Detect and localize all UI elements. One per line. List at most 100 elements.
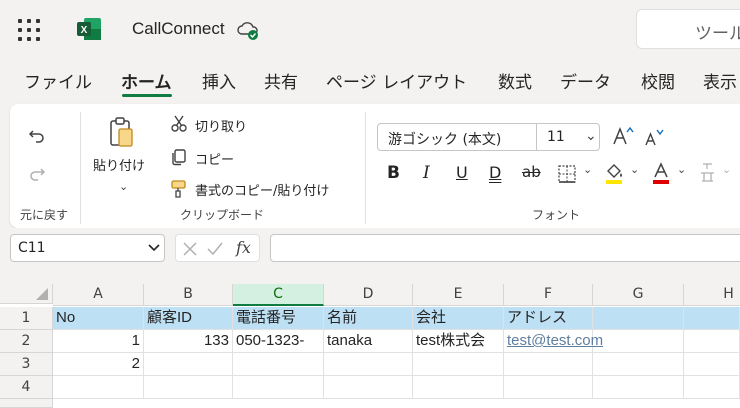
table-cell[interactable]: 顧客ID — [144, 307, 233, 330]
table-cell[interactable]: tanaka — [324, 330, 413, 353]
table-cell[interactable]: test株式会 — [413, 330, 504, 353]
column-header-g[interactable]: G — [593, 284, 684, 306]
table-cell[interactable]: 会社 — [413, 307, 504, 330]
row-header-3[interactable]: 3 — [0, 353, 53, 376]
tab-home[interactable]: ホーム — [121, 68, 172, 93]
tab-page-layout[interactable]: ページ レイアウト — [326, 68, 467, 93]
borders-icon[interactable] — [557, 164, 577, 184]
clipboard-group-label: クリップボード — [180, 208, 265, 222]
bold-icon[interactable]: B — [387, 163, 400, 183]
name-box[interactable]: C11 — [10, 234, 165, 262]
table-cell[interactable] — [684, 330, 740, 353]
table-cell[interactable] — [233, 353, 324, 376]
column-header-f[interactable]: F — [504, 284, 593, 306]
font-name-select[interactable]: 游ゴシック (本文) — [377, 123, 537, 151]
paste-icon[interactable] — [108, 116, 136, 148]
table-cell[interactable] — [593, 307, 684, 330]
formula-input[interactable] — [270, 234, 740, 262]
table-cell[interactable]: アドレス — [504, 307, 593, 330]
double-underline-icon[interactable]: D — [489, 163, 501, 182]
grid-top-margin — [0, 270, 740, 284]
copy-icon[interactable] — [170, 148, 188, 166]
table-cell[interactable]: 133 — [144, 330, 233, 353]
row-header-5[interactable] — [0, 399, 53, 408]
table-cell[interactable] — [684, 353, 740, 376]
active-tab-indicator — [122, 94, 172, 97]
table-cell[interactable] — [413, 353, 504, 376]
format-painter-button[interactable]: 書式のコピー/貼り付け — [195, 180, 329, 199]
row-header-4[interactable]: 4 — [0, 376, 53, 399]
underline-icon[interactable]: U — [456, 163, 468, 182]
cut-icon[interactable] — [170, 115, 188, 133]
row-header-1[interactable]: 1 — [0, 307, 53, 330]
copy-button[interactable]: コピー — [195, 149, 234, 168]
chevron-down-icon — [148, 244, 160, 252]
tab-data[interactable]: データ — [560, 68, 611, 93]
table-cell[interactable] — [324, 353, 413, 376]
table-cell[interactable] — [53, 376, 144, 399]
strikethrough-icon[interactable]: ab — [522, 163, 541, 181]
table-cell[interactable] — [324, 376, 413, 399]
cancel-icon[interactable] — [182, 241, 198, 257]
table-cell[interactable] — [684, 307, 740, 330]
tab-review[interactable]: 校閲 — [641, 68, 675, 93]
table-cell[interactable]: 電話番号 — [233, 307, 324, 330]
column-header-c[interactable]: C — [233, 284, 324, 306]
font-size-select[interactable]: 11 ⌄ — [536, 123, 600, 151]
format-painter-icon[interactable] — [170, 179, 188, 199]
table-cell[interactable] — [684, 376, 740, 399]
column-header-b[interactable]: B — [144, 284, 233, 306]
tab-share[interactable]: 共有 — [264, 68, 298, 93]
enter-check-icon[interactable] — [206, 241, 224, 257]
select-all-corner[interactable] — [0, 284, 53, 304]
table-cell[interactable]: 名前 — [324, 307, 413, 330]
chevron-down-icon: ⌄ — [585, 128, 597, 144]
table-cell[interactable]: No — [53, 307, 144, 330]
table-cell[interactable] — [144, 376, 233, 399]
search-input[interactable]: ツール — [636, 9, 740, 49]
document-title[interactable]: CallConnect — [132, 19, 225, 39]
table-cell[interactable]: 1 — [53, 330, 144, 353]
phonetic-guide-icon[interactable] — [698, 161, 718, 185]
table-cell[interactable] — [593, 376, 684, 399]
font-color-chevron-down-icon[interactable]: ⌄ — [677, 163, 686, 176]
phonetic-guide-chevron-down-icon[interactable]: ⌄ — [722, 163, 731, 176]
email-link-cell[interactable]: test@test.com — [504, 330, 603, 353]
cloud-saved-icon[interactable] — [236, 19, 260, 41]
column-header-h[interactable]: H — [684, 284, 740, 306]
font-color-icon[interactable] — [651, 161, 671, 185]
tab-file[interactable]: ファイル — [24, 68, 92, 93]
ribbon-home: 元に戻す 貼り付け ⌄ 切り取り コピー 書式のコピー/貼り付け クリップボード… — [10, 104, 740, 228]
table-cell[interactable] — [233, 376, 324, 399]
formula-controls: fx — [175, 234, 260, 262]
app-launcher-icon[interactable] — [18, 19, 40, 41]
table-cell[interactable] — [144, 353, 233, 376]
column-header-a[interactable]: A — [53, 284, 144, 306]
row-header-2[interactable]: 2 — [0, 330, 53, 353]
fill-color-icon[interactable] — [604, 161, 626, 185]
formula-bar: C11 fx — [0, 228, 740, 270]
column-header-d[interactable]: D — [324, 284, 413, 306]
table-cell[interactable] — [593, 353, 684, 376]
table-cell[interactable] — [413, 376, 504, 399]
increase-font-size-icon[interactable] — [612, 124, 634, 148]
cut-button[interactable]: 切り取り — [195, 116, 247, 135]
paste-chevron-down-icon[interactable]: ⌄ — [119, 180, 128, 193]
table-cell[interactable] — [504, 376, 593, 399]
decrease-font-size-icon[interactable] — [644, 126, 664, 148]
tab-insert[interactable]: 挿入 — [202, 68, 236, 93]
borders-chevron-down-icon[interactable]: ⌄ — [583, 163, 592, 176]
fill-color-chevron-down-icon[interactable]: ⌄ — [630, 163, 639, 176]
italic-icon[interactable]: I — [423, 163, 430, 183]
undo-icon[interactable] — [27, 126, 47, 146]
column-header-e[interactable]: E — [413, 284, 504, 306]
insert-function-icon[interactable]: fx — [236, 238, 251, 257]
tab-view[interactable]: 表示 — [703, 68, 737, 93]
table-cell[interactable]: 2 — [53, 353, 144, 376]
table-cell[interactable] — [504, 353, 593, 376]
table-cell[interactable] — [593, 330, 684, 353]
table-cell[interactable]: 050-1323- — [233, 330, 324, 353]
redo-icon[interactable] — [27, 164, 47, 184]
tab-formulas[interactable]: 数式 — [498, 68, 532, 93]
paste-button[interactable]: 貼り付け — [93, 155, 145, 174]
